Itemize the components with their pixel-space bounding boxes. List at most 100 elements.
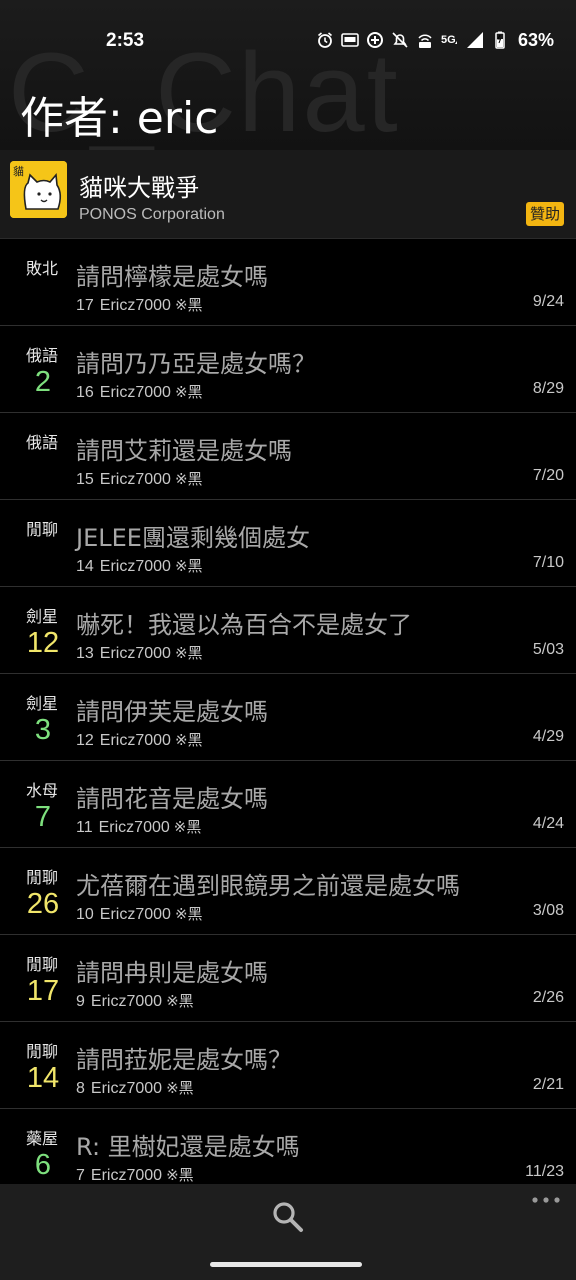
post-author[interactable]: Ericz7000 — [100, 384, 171, 401]
post-meta: 16 Ericz7000 ※黑 — [76, 381, 203, 402]
post-title: 請問花音是處女嗎 — [76, 785, 268, 813]
post-row[interactable]: 藥屋 6 R: 里樹妃還是處女嗎 7 Ericz7000 ※黑 11/23 — [0, 1109, 576, 1196]
post-meta: 17 Ericz7000 ※黑 — [76, 294, 203, 315]
post-author-mark: ※黑 — [173, 818, 202, 836]
sponsor-app-banner[interactable]: 貓 貓咪大戰爭 PONOS Corporation — [0, 150, 576, 239]
post-author[interactable]: Ericz7000 — [91, 1080, 162, 1097]
post-date: 2/21 — [532, 1076, 564, 1093]
post-title: 尤蓓爾在遇到眼鏡男之前還是處女嗎 — [76, 872, 460, 900]
post-date: 4/24 — [532, 815, 564, 832]
post-author[interactable]: Ericz7000 — [91, 993, 162, 1010]
post-row[interactable]: 閒聊 26 尤蓓爾在遇到眼鏡男之前還是處女嗎 10 Ericz7000 ※黑 3/08 — [0, 848, 576, 935]
post-push-count: 2 — [34, 366, 52, 398]
data-saver-icon — [367, 32, 383, 48]
post-row[interactable]: 俄語 2 請問乃乃亞是處女嗎？ 16 Ericz7000 ※黑 8/29 — [0, 326, 576, 413]
post-row[interactable]: 劍星 3 請問伊芙是處女嗎 12 Ericz7000 ※黑 4/29 — [0, 674, 576, 761]
post-title: JELEE團還剩幾個處女 — [76, 524, 310, 552]
sponsor-badge: 贊助 — [526, 202, 564, 226]
post-author-mark: ※黑 — [174, 296, 203, 314]
post-category-tag: 水母 — [26, 781, 59, 800]
post-meta: 9 Ericz7000 ※黑 — [76, 990, 194, 1011]
app-name: 貓咪大戰爭 — [79, 174, 199, 202]
post-category-tag: 敗北 — [26, 259, 59, 278]
home-indicator[interactable] — [210, 1262, 362, 1267]
post-category-tag: 閒聊 — [26, 520, 59, 539]
post-row[interactable]: 閒聊 14 請問菈妮是處女嗎？ 8 Ericz7000 ※黑 2/21 — [0, 1022, 576, 1109]
post-push-count: 3 — [34, 714, 52, 746]
mute-icon — [392, 32, 408, 48]
post-meta: 13 Ericz7000 ※黑 — [76, 642, 203, 663]
post-author[interactable]: Ericz7000 — [99, 819, 170, 836]
post-meta: 15 Ericz7000 ※黑 — [76, 468, 203, 489]
post-row[interactable]: 水母 7 請問花音是處女嗎 11 Ericz7000 ※黑 4/24 — [0, 761, 576, 848]
status-time: 2:53 — [106, 30, 145, 51]
post-author-mark: ※黑 — [174, 731, 203, 749]
5g-icon: 5G — [441, 34, 457, 46]
search-icon[interactable] — [271, 1200, 305, 1234]
post-floor-number: 7 — [76, 1167, 85, 1184]
post-author-mark: ※黑 — [174, 557, 203, 575]
battery-percentage: 63% — [518, 29, 555, 50]
status-bar: 2:53 5G 63% — [0, 22, 576, 62]
more-icon[interactable] — [530, 1192, 564, 1208]
post-meta: 12 Ericz7000 ※黑 — [76, 729, 203, 750]
post-row[interactable]: 敗北 請問檸檬是處女嗎 17 Ericz7000 ※黑 9/24 — [0, 239, 576, 326]
cat-logo-icon: 貓 — [10, 161, 67, 218]
post-row[interactable]: 閒聊 17 請問冉則是處女嗎 9 Ericz7000 ※黑 2/26 — [0, 935, 576, 1022]
post-category-tag: 俄語 — [26, 433, 59, 452]
post-title: 嚇死！我還以為百合不是處女了 — [76, 611, 412, 639]
volte-icon — [418, 34, 432, 48]
post-date: 2/26 — [532, 989, 564, 1006]
post-author[interactable]: Ericz7000 — [100, 297, 171, 314]
post-date: 7/20 — [532, 467, 564, 484]
post-date: 8/29 — [532, 380, 564, 397]
post-date: 3/08 — [532, 902, 564, 919]
post-title: 請問艾莉還是處女嗎 — [76, 437, 292, 465]
post-title: 請問檸檬是處女嗎 — [76, 263, 268, 291]
post-category-tag: 閒聊 — [26, 955, 59, 974]
post-author[interactable]: Ericz7000 — [100, 906, 171, 923]
post-category-tag: 藥屋 — [26, 1129, 59, 1148]
post-push-count: 17 — [26, 975, 60, 1007]
post-push-count: 12 — [26, 627, 60, 659]
post-author[interactable]: Ericz7000 — [100, 558, 171, 575]
post-date: 5/03 — [532, 641, 564, 658]
post-title: R: 里樹妃還是處女嗎 — [76, 1133, 300, 1161]
post-push-count: 7 — [34, 801, 52, 833]
auto-brightness-icon — [341, 33, 359, 47]
app-developer: PONOS Corporation — [79, 206, 225, 223]
post-author-mark: ※黑 — [166, 1166, 194, 1184]
post-list: 敗北 請問檸檬是處女嗎 17 Ericz7000 ※黑 9/24 俄語 2 請問乃乃亞是處女嗎？… — [0, 239, 576, 1196]
post-floor-number: 8 — [76, 1080, 85, 1097]
post-author-mark: ※黑 — [166, 992, 194, 1010]
post-author-mark: ※黑 — [174, 905, 203, 923]
post-date: 7/10 — [532, 554, 564, 571]
post-meta: 11 Ericz7000 ※黑 — [76, 816, 201, 837]
post-author[interactable]: Ericz7000 — [91, 1167, 162, 1184]
post-floor-number: 13 — [76, 645, 94, 662]
post-date: 9/24 — [532, 293, 564, 310]
post-floor-number: 9 — [76, 993, 85, 1010]
post-push-count: 14 — [26, 1062, 60, 1094]
post-category-tag: 劍星 — [26, 694, 59, 713]
post-author-mark: ※黑 — [174, 470, 203, 488]
post-author[interactable]: Ericz7000 — [100, 471, 171, 488]
post-author[interactable]: Ericz7000 — [100, 645, 171, 662]
post-title: 請問菈妮是處女嗎？ — [76, 1046, 292, 1074]
post-author[interactable]: Ericz7000 — [100, 732, 171, 749]
alarm-icon — [317, 32, 333, 48]
app-icon: 貓 — [10, 161, 67, 218]
signal-icon — [467, 32, 483, 48]
page-title: 作者: eric — [20, 93, 219, 144]
post-meta: 7 Ericz7000 ※黑 — [76, 1164, 194, 1185]
post-title: 請問冉則是處女嗎 — [76, 959, 268, 987]
post-row[interactable]: 閒聊 JELEE團還剩幾個處女 14 Ericz7000 ※黑 7/10 — [0, 500, 576, 587]
post-meta: 10 Ericz7000 ※黑 — [76, 903, 203, 924]
post-date: 11/23 — [525, 1163, 564, 1180]
post-row[interactable]: 俄語 請問艾莉還是處女嗎 15 Ericz7000 ※黑 7/20 — [0, 413, 576, 500]
post-title: 請問乃乃亞是處女嗎？ — [76, 350, 316, 378]
post-floor-number: 12 — [76, 732, 94, 749]
header: C_Chat 2:53 5G 63% 作者: eric — [0, 0, 576, 150]
post-floor-number: 15 — [76, 471, 94, 488]
post-row[interactable]: 劍星 12 嚇死！我還以為百合不是處女了 13 Ericz7000 ※黑 5/03 — [0, 587, 576, 674]
